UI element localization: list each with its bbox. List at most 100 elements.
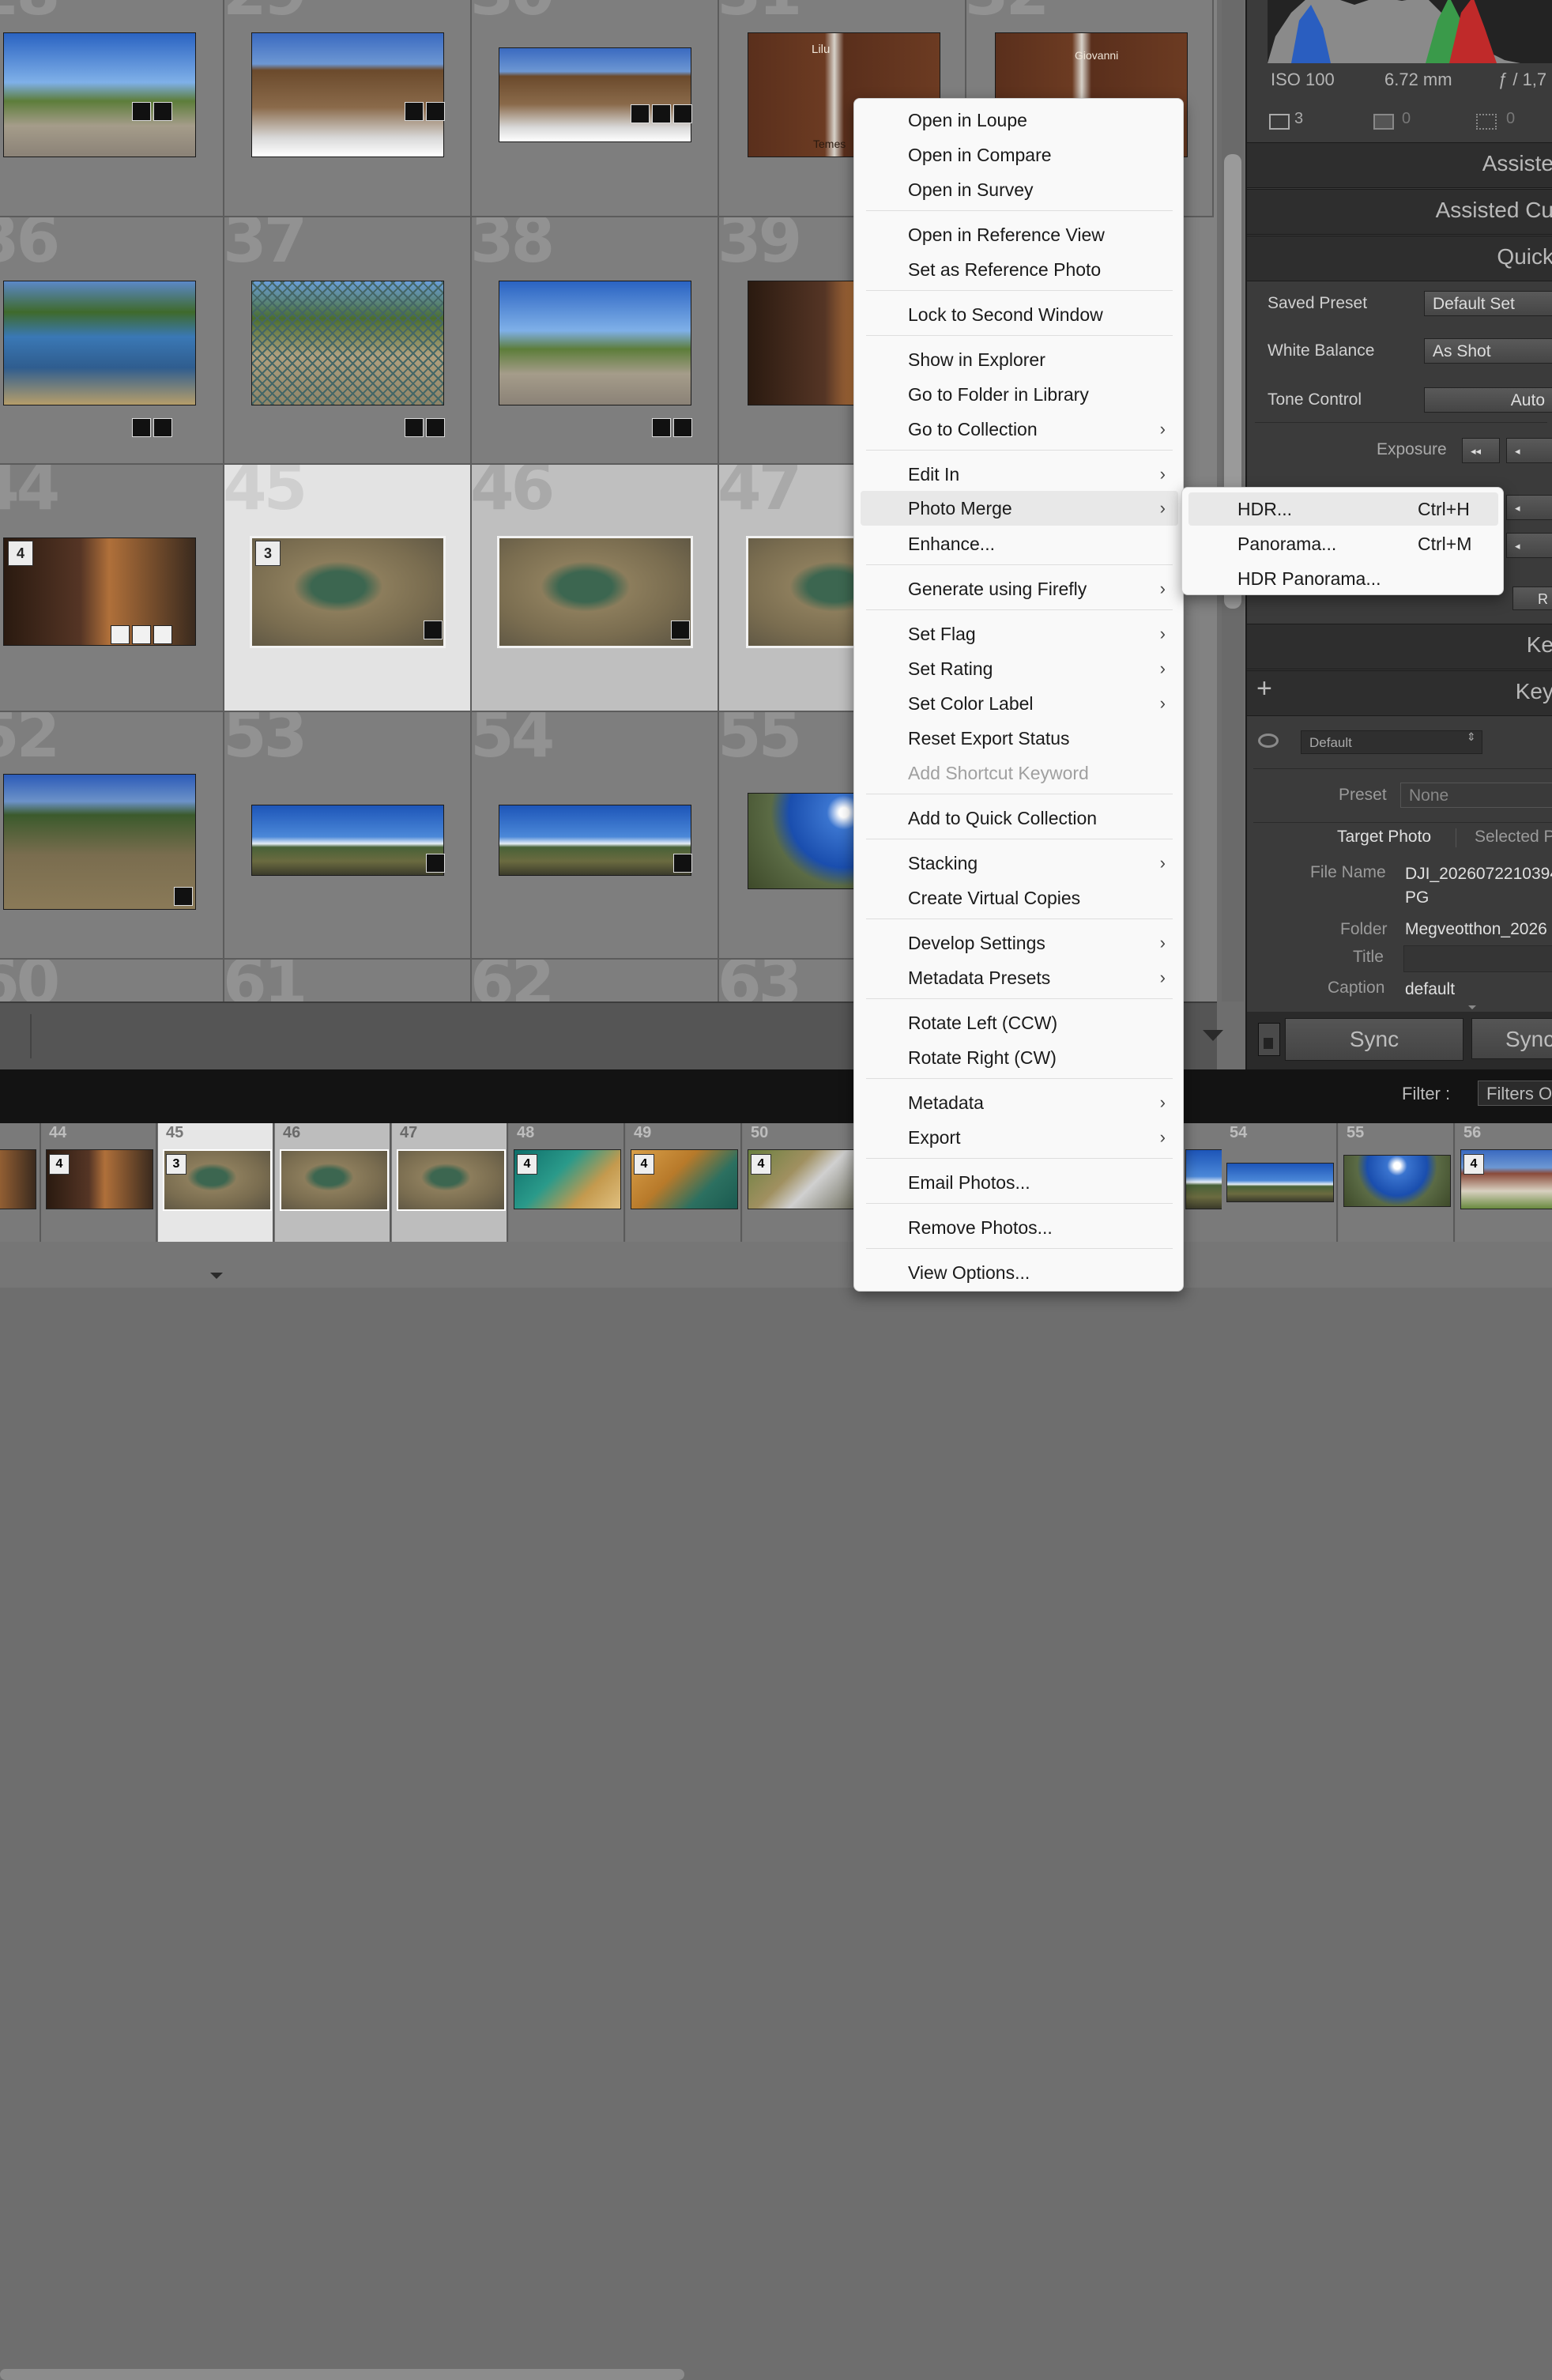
grid-cell[interactable]: 29	[224, 0, 472, 217]
photo-thumbnail[interactable]	[251, 32, 444, 157]
caption-value[interactable]: default	[1405, 980, 1455, 999]
target-photo-tab[interactable]: Target Photo	[1337, 828, 1431, 847]
filmstrip-cell-selected[interactable]: 45 3	[158, 1123, 274, 1242]
comment-icon[interactable]	[132, 102, 151, 121]
filmstrip-cell[interactable]: 49 4	[626, 1123, 742, 1242]
filmstrip-thumbnail[interactable]	[280, 1149, 389, 1211]
comment-icon[interactable]	[424, 620, 443, 639]
filmstrip-chevron-icon[interactable]	[210, 1273, 223, 1279]
stack-badge[interactable]: 4	[8, 541, 33, 566]
panel-header-assisted-culling[interactable]: Assisted Cu	[1247, 189, 1552, 235]
menu-item-develop-settings[interactable]: Develop Settings ›	[854, 926, 1185, 960]
grid-cell[interactable]: 28	[0, 0, 224, 217]
comment-icon[interactable]	[111, 625, 130, 644]
stack-badge[interactable]: 3	[166, 1154, 186, 1175]
grid-cell[interactable]: 62	[472, 960, 719, 1001]
selected-photos-tab[interactable]: Selected P	[1475, 828, 1552, 847]
menu-item-reset-export-status[interactable]: Reset Export Status	[854, 722, 1185, 755]
grid-cell-selected[interactable]: 46	[472, 465, 719, 712]
grid-cell[interactable]: 37	[224, 217, 472, 465]
menu-item-lock-to-second-window[interactable]: Lock to Second Window	[854, 298, 1185, 331]
menu-item-metadata-presets[interactable]: Metadata Presets ›	[854, 961, 1185, 994]
stack-badge[interactable]: 4	[751, 1154, 771, 1175]
filmstrip-thumbnail[interactable]	[1226, 1163, 1334, 1202]
menu-item-open-in-loupe[interactable]: Open in Loupe	[854, 104, 1185, 137]
menu-item-edit-in[interactable]: Edit In ›	[854, 458, 1185, 491]
toolbar-menu-chevron-icon[interactable]	[1203, 1030, 1223, 1041]
menu-item-set-color-label[interactable]: Set Color Label ›	[854, 687, 1185, 720]
folder-value[interactable]: Megveotthon_2026	[1405, 920, 1547, 939]
menu-item-open-in-reference-view[interactable]: Open in Reference View	[854, 218, 1185, 251]
menu-item-set-flag[interactable]: Set Flag ›	[854, 617, 1185, 651]
exposure-decrease-large-button[interactable]: ◂◂	[1462, 438, 1500, 463]
comment-icon[interactable]	[671, 620, 690, 639]
filmstrip-cell[interactable]: 50 4	[743, 1123, 859, 1242]
saved-preset-select[interactable]: Default Set	[1424, 291, 1552, 316]
filmstrip-cell-selected[interactable]: 46	[275, 1123, 391, 1242]
menu-item-go-to-collection[interactable]: Go to Collection ›	[854, 413, 1185, 446]
preset-select[interactable]: None	[1400, 783, 1552, 808]
file-name-value[interactable]: DJI_2026072210394	[1405, 865, 1552, 884]
white-balance-select[interactable]: As Shot	[1424, 338, 1552, 364]
grid-cell[interactable]: 52	[0, 712, 224, 960]
eye-icon[interactable]	[1258, 734, 1279, 748]
filmstrip-cell[interactable]: 44 4	[41, 1123, 157, 1242]
photo-thumbnail[interactable]	[251, 281, 444, 405]
menu-item-set-as-reference-photo[interactable]: Set as Reference Photo	[854, 253, 1185, 286]
menu-item-stacking[interactable]: Stacking ›	[854, 847, 1185, 880]
menu-item-rotate-right[interactable]: Rotate Right (CW)	[854, 1041, 1185, 1074]
photo-thumbnail[interactable]	[497, 536, 693, 648]
menu-item-open-in-compare[interactable]: Open in Compare	[854, 138, 1185, 172]
filmstrip-cell[interactable]: 56 4	[1456, 1123, 1552, 1242]
menu-item-generate-using-firefly[interactable]: Generate using Firefly ›	[854, 572, 1185, 605]
metadata-view-select[interactable]: Default	[1301, 730, 1482, 754]
adjust-decrease-button[interactable]: ◂	[1506, 533, 1552, 558]
panel-header-assisted[interactable]: Assiste	[1247, 142, 1552, 188]
menu-item-export[interactable]: Export ›	[854, 1121, 1185, 1154]
photo-thumbnail[interactable]	[499, 47, 691, 142]
grid-cell[interactable]: 60	[0, 960, 224, 1001]
panel-header-keywording[interactable]: Ke	[1247, 624, 1552, 669]
filmstrip-scrollbar[interactable]	[0, 2369, 684, 2380]
photo-thumbnail[interactable]	[3, 774, 196, 910]
grid-cell[interactable]: 38	[472, 217, 719, 465]
edit-icon[interactable]	[153, 418, 172, 437]
comment-icon[interactable]	[631, 104, 650, 123]
menu-item-set-rating[interactable]: Set Rating ›	[854, 652, 1185, 685]
menu-item-go-to-folder-in-library[interactable]: Go to Folder in Library	[854, 378, 1185, 411]
stack-badge[interactable]: 3	[255, 541, 281, 566]
stack-badge[interactable]: 4	[49, 1154, 70, 1175]
filmstrip-cell[interactable]: 55	[1339, 1123, 1455, 1242]
auto-tone-button[interactable]: Auto	[1424, 387, 1552, 413]
filter-select[interactable]: Filters O	[1478, 1081, 1552, 1106]
comment-icon[interactable]	[405, 102, 424, 121]
grid-cell[interactable]: 54	[472, 712, 719, 960]
comment-icon[interactable]	[426, 854, 445, 873]
add-keyword-plus-icon[interactable]: +	[1256, 673, 1272, 704]
crop-icon[interactable]	[132, 625, 151, 644]
photo-thumbnail[interactable]	[3, 281, 196, 405]
photo-thumbnail[interactable]	[499, 281, 691, 405]
filmstrip-cell-selected[interactable]: 47	[392, 1123, 508, 1242]
menu-item-create-virtual-copies[interactable]: Create Virtual Copies	[854, 881, 1185, 915]
filmstrip-cell[interactable]: 48 4	[509, 1123, 625, 1242]
menu-item-email-photos[interactable]: Email Photos...	[854, 1166, 1185, 1199]
menu-item-metadata[interactable]: Metadata ›	[854, 1086, 1185, 1119]
menu-item-remove-photos[interactable]: Remove Photos...	[854, 1211, 1185, 1244]
menu-item-enhance[interactable]: Enhance...	[854, 527, 1185, 560]
edit-icon[interactable]	[673, 104, 692, 123]
menu-item-photo-merge[interactable]: Photo Merge ›	[861, 491, 1178, 526]
sync-settings-button[interactable]: Sync	[1471, 1018, 1552, 1059]
stack-badge[interactable]: 4	[1463, 1154, 1484, 1175]
edit-icon[interactable]	[153, 102, 172, 121]
sync-toggle-switch[interactable]	[1258, 1023, 1280, 1056]
grid-cell-selected[interactable]: 45 3	[224, 465, 472, 712]
adjust-decrease-button[interactable]: ◂	[1506, 495, 1552, 520]
menu-item-hdr[interactable]: HDR... Ctrl+H	[1188, 492, 1498, 526]
menu-item-open-in-survey[interactable]: Open in Survey	[854, 173, 1185, 206]
crop-icon[interactable]	[652, 104, 671, 123]
grid-cell[interactable]: 36	[0, 217, 224, 465]
filmstrip-cell[interactable]	[0, 1123, 41, 1242]
menu-item-show-in-explorer[interactable]: Show in Explorer	[854, 343, 1185, 376]
grid-cell[interactable]: 53	[224, 712, 472, 960]
